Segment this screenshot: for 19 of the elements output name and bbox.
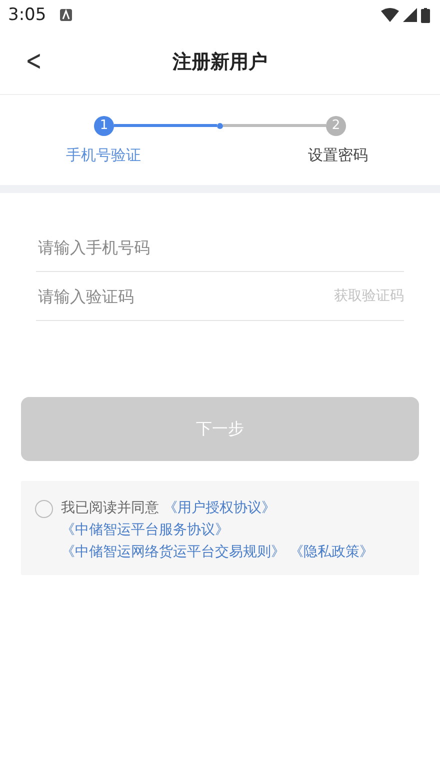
agreement-link[interactable]: 《用户授权协议》 — [163, 500, 276, 516]
battery-icon — [421, 8, 430, 22]
step-number: 1 — [94, 116, 114, 136]
agree-checkbox[interactable] — [35, 500, 53, 518]
phone-field[interactable]: 请输入手机号码 — [36, 236, 404, 258]
notification-icon — [60, 9, 72, 21]
status-time: 3:05 — [8, 5, 46, 25]
page-title: 注册新用户 — [172, 50, 268, 75]
back-button[interactable]: < — [20, 44, 48, 77]
agreement-link[interactable]: 《中储智运平台服务协议》 — [61, 522, 229, 538]
wifi-icon — [381, 8, 399, 22]
agreement-link[interactable]: 《中储智运网络货运平台交易规则》 — [61, 544, 285, 560]
step-label: 设置密码 — [308, 146, 368, 164]
agreement-text: 我已阅读并同意 《用户授权协议》 《中储智运平台服务协议》 《中储智运网络货运平台交易规则》 《隐私政策》 — [61, 499, 374, 562]
agreement-link[interactable]: 《隐私政策》 — [289, 544, 374, 560]
code-field[interactable]: 请输入验证码 — [36, 286, 334, 306]
signal-icon — [403, 8, 417, 22]
step-label: 手机号验证 — [66, 146, 141, 164]
step-number: 2 — [326, 116, 346, 136]
